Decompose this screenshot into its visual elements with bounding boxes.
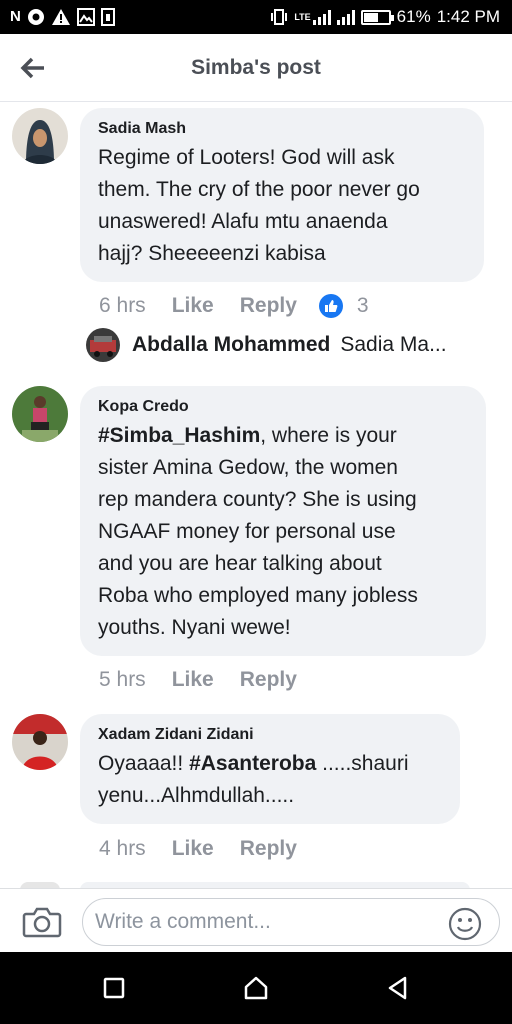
avatar[interactable] [12, 108, 68, 164]
comment-meta: 4 hrs Like Reply [99, 837, 297, 861]
comment-line: NGAAF money for personal use [98, 520, 396, 543]
comment-line: sister Amina Gedow, the women [98, 456, 398, 479]
reply-button[interactable]: Reply [240, 837, 297, 861]
like-reaction-icon[interactable] [318, 294, 343, 318]
comment-time[interactable]: 4 hrs [99, 837, 146, 861]
hashtag-link[interactable]: #Simba_Hashim [98, 424, 260, 447]
comment-bubble[interactable]: Xadam Zidani Zidani Oyaaaa!! #Asanteroba… [80, 714, 460, 824]
comment-text: #Simba_Hashim, where is your sister Amin… [98, 420, 468, 644]
chrome-icon [27, 9, 44, 25]
comment-time[interactable]: 5 hrs [99, 668, 146, 692]
like-button[interactable]: Like [172, 294, 214, 318]
comment-composer [0, 888, 512, 952]
comment-line: #Simba_Hashim, where is your [98, 420, 468, 452]
comment-line: rep mandera county? She is using [98, 488, 417, 511]
comment-line: unaswered! Alafu mtu anaenda [98, 210, 388, 233]
reply-button[interactable]: Reply [240, 668, 297, 692]
system-nav-bar [0, 952, 512, 1024]
avatar-image [12, 386, 68, 442]
n-notification-icon: N [10, 8, 21, 25]
clock: 1:42 PM [436, 7, 500, 26]
warning-icon [51, 9, 70, 25]
reply-button[interactable]: Reply [240, 294, 297, 318]
like-button[interactable]: Like [172, 668, 214, 692]
system-indicators: LTE 61% 1:42 PM [270, 7, 500, 27]
comment-input[interactable] [82, 898, 500, 946]
comment-meta: 6 hrs Like Reply 3 [99, 294, 369, 318]
comment-fragment: Oyaaaa!! [98, 752, 190, 775]
signal-icon [312, 9, 331, 25]
reply-author: Abdalla Mohammed [132, 333, 331, 356]
reply-text: Sadia Ma... [340, 333, 447, 356]
comment-line: Regime of Looters! God will ask [98, 146, 395, 169]
comment-meta: 5 hrs Like Reply [99, 668, 297, 692]
home-icon[interactable] [242, 974, 270, 1002]
camera-icon[interactable] [22, 906, 62, 938]
image-icon [76, 8, 95, 26]
comment-line: Oyaaaa!! #Asanteroba .....shauri [98, 748, 442, 780]
comment-text: Oyaaaa!! #Asanteroba .....shauri yenu...… [98, 748, 442, 812]
page-title: Simba's post [191, 56, 321, 79]
comment-bubble[interactable]: Kopa Credo #Simba_Hashim, where is your … [80, 386, 486, 656]
comment-line: and you are hear talking about [98, 552, 382, 575]
back-nav-icon[interactable] [384, 974, 412, 1002]
comment-fragment: .....shauri [316, 752, 409, 775]
reply-preview[interactable]: Abdalla Mohammed Sadia Ma... [86, 328, 464, 362]
reaction-count[interactable]: 3 [357, 294, 369, 318]
status-bar: N LTE 61% 1:42 PM [0, 0, 512, 34]
avatar-image [12, 714, 68, 770]
comment-line: youths. Nyani wewe! [98, 616, 291, 639]
comment-fragment: , where is your [260, 424, 397, 447]
comment-bubble[interactable]: Sadia Mash Regime of Looters! God will a… [80, 108, 484, 282]
battery-icon [360, 9, 394, 25]
notification-icons: N [10, 7, 115, 27]
comment-line: them. The cry of the poor never go [98, 178, 420, 201]
app-header: Simba's post [0, 34, 512, 102]
signal-icon-2 [336, 9, 355, 25]
comment-line: yenu...Alhmdullah..... [98, 784, 295, 807]
recents-icon[interactable] [100, 974, 128, 1002]
like-button[interactable]: Like [172, 837, 214, 861]
avatar[interactable] [12, 714, 68, 770]
network-type: LTE [294, 12, 311, 22]
comment-line: hajj? Sheeeeenzi kabisa [98, 242, 326, 265]
sim-icon [100, 8, 115, 26]
comment-author[interactable]: Kopa Credo [98, 398, 468, 416]
battery-percent: 61% [396, 7, 431, 26]
comment-author[interactable]: Xadam Zidani Zidani [98, 726, 442, 744]
comment-time[interactable]: 6 hrs [99, 294, 146, 318]
avatar-image [12, 108, 68, 164]
comment-line: Roba who employed many jobless [98, 584, 418, 607]
comment-author[interactable]: Sadia Mash [98, 120, 466, 138]
reply-avatar [86, 328, 120, 362]
comment-text: Regime of Looters! God will ask them. Th… [98, 142, 466, 270]
emoji-icon[interactable] [448, 907, 482, 941]
avatar[interactable] [12, 386, 68, 442]
vibrate-icon [271, 9, 288, 25]
hashtag-link[interactable]: #Asanteroba [189, 752, 316, 775]
